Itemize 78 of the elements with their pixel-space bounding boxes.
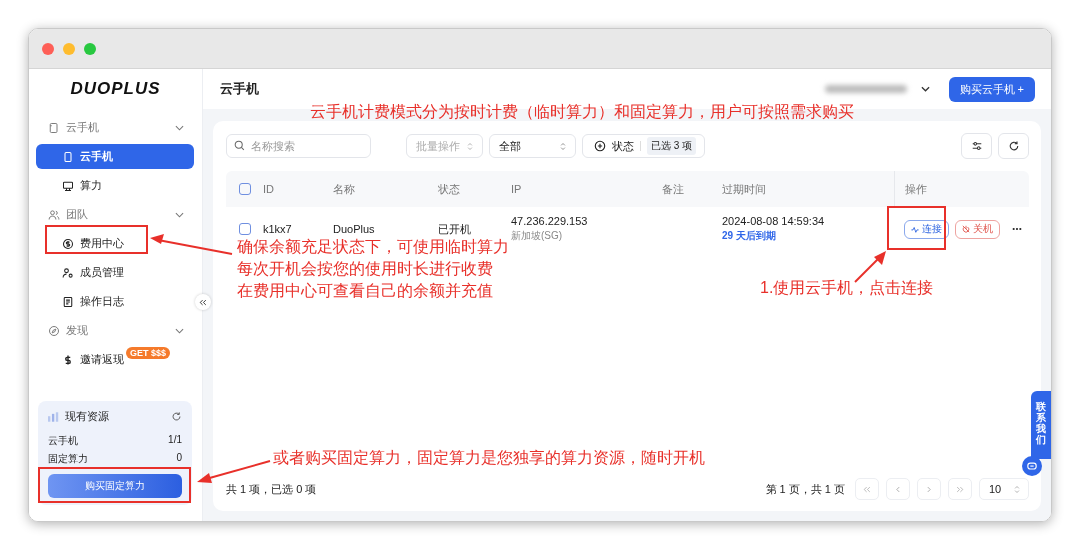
expiry-time: 2024-08-08 14:59:34: [722, 215, 826, 227]
page-title: 云手机: [220, 80, 260, 98]
chat-icon: [1027, 461, 1037, 471]
column-header: 状态: [438, 181, 461, 197]
filter-select[interactable]: 全部: [489, 134, 576, 158]
selection-summary: 共 1 项，已选 0 项: [226, 481, 317, 497]
sidebar-item[interactable]: 成员管理: [36, 260, 194, 285]
column-header: 备注: [662, 181, 685, 197]
collapse-button[interactable]: [195, 294, 211, 310]
promo-badge: GET $$$: [126, 346, 171, 359]
status-label: 状态: [612, 138, 634, 154]
row-checkbox[interactable]: [238, 223, 251, 235]
resource-label: 云手机: [48, 434, 78, 448]
chevron-icon: [175, 327, 184, 334]
chevron-icon: [175, 124, 184, 131]
pulse-icon: [911, 225, 919, 233]
annotation-text: 云手机计费模式分为按时计费（临时算力）和固定算力，用户可按照需求购买: [310, 102, 854, 122]
resource-label: 固定算力: [48, 452, 88, 466]
sort-caret-icon: [560, 141, 566, 151]
annotation-text: 确保余额充足状态下，可使用临时算力 每次开机会按您的使用时长进行收费 在费用中心可查看自己的余额并充值: [237, 237, 509, 301]
power-off-icon: [962, 225, 970, 233]
status-filter[interactable]: 状态 已选 3 项: [582, 134, 706, 158]
ip-address: 47.236.229.153: [511, 215, 589, 227]
highlight-frame: [887, 206, 946, 250]
plus-circle-icon: [594, 140, 606, 152]
annotation-text: 或者购买固定算力，固定算力是您独享的算力资源，随时开机: [273, 448, 705, 468]
shutdown-button[interactable]: 关机: [955, 219, 1000, 239]
double-chevron-left-icon: [863, 485, 871, 493]
zoom-button[interactable]: [84, 42, 96, 55]
chevron-icon[interactable]: [920, 86, 930, 92]
table-cell-text: 已开机: [438, 221, 472, 237]
column-header: 操作: [894, 171, 1030, 207]
chevron-left-icon: [894, 485, 902, 493]
sidebar-item[interactable]: 操作日志: [36, 289, 194, 314]
chevron-right-icon: [925, 485, 933, 493]
search-icon: [234, 140, 245, 151]
buy-phone-button[interactable]: 购买云手机 +: [948, 76, 1035, 102]
refresh-button[interactable]: [998, 133, 1029, 159]
selection-chip: 已选 3 项: [647, 137, 697, 155]
double-chevron-left-icon: [199, 298, 207, 306]
sidebar-item[interactable]: 算力: [36, 173, 194, 198]
sliders-icon: [970, 140, 983, 152]
column-header: IP: [511, 183, 523, 195]
table-cell-text: k1kx7: [263, 223, 293, 235]
page-info: 第 1 页，共 1 页: [765, 481, 845, 497]
chevron-icon: [175, 211, 184, 218]
refresh-icon[interactable]: [171, 411, 182, 422]
region-text: 新加坡(SG): [511, 229, 564, 243]
select-all-checkbox[interactable]: [238, 183, 251, 195]
search-field[interactable]: 名称搜索: [226, 134, 371, 158]
sidebar-item[interactable]: 云手机: [36, 144, 194, 169]
menu-group[interactable]: 发现: [36, 316, 194, 345]
close-button[interactable]: [42, 42, 54, 55]
resources-title: 现有资源: [65, 409, 110, 424]
logo: DUOPLUS: [69, 78, 162, 100]
settings-button[interactable]: [961, 133, 992, 159]
resource-value: 0: [176, 452, 182, 465]
column-header: ID: [263, 183, 275, 195]
remaining-days: 29 天后到期: [722, 229, 894, 243]
connect-button[interactable]: 连接: [904, 219, 949, 239]
resource-value: 1/1: [168, 434, 182, 447]
refresh-icon: [1007, 140, 1020, 152]
menu-group[interactable]: 云手机: [36, 113, 194, 142]
contact-us-tab[interactable]: 联系我们: [1031, 391, 1051, 459]
sort-caret-icon: [467, 141, 473, 151]
column-header: 名称: [333, 181, 356, 197]
buy-compute-button[interactable]: 购买固定算力: [48, 474, 182, 498]
sidebar-item[interactable]: 邀请返现 GET $$$: [36, 347, 194, 372]
more-icon[interactable]: [1012, 227, 1022, 231]
double-chevron-right-icon: [956, 485, 964, 493]
menu-group[interactable]: 团队: [36, 200, 194, 229]
sort-caret-icon: [1014, 484, 1020, 494]
bar-chart-icon: [48, 411, 59, 422]
column-header: 过期时间: [722, 181, 767, 197]
sidebar-item[interactable]: 费用中心: [36, 231, 194, 256]
table-cell-text: DuoPlus: [333, 223, 376, 235]
annotation-text: 1.使用云手机，点击连接: [760, 278, 934, 298]
page-size-select[interactable]: 10: [979, 478, 1029, 500]
